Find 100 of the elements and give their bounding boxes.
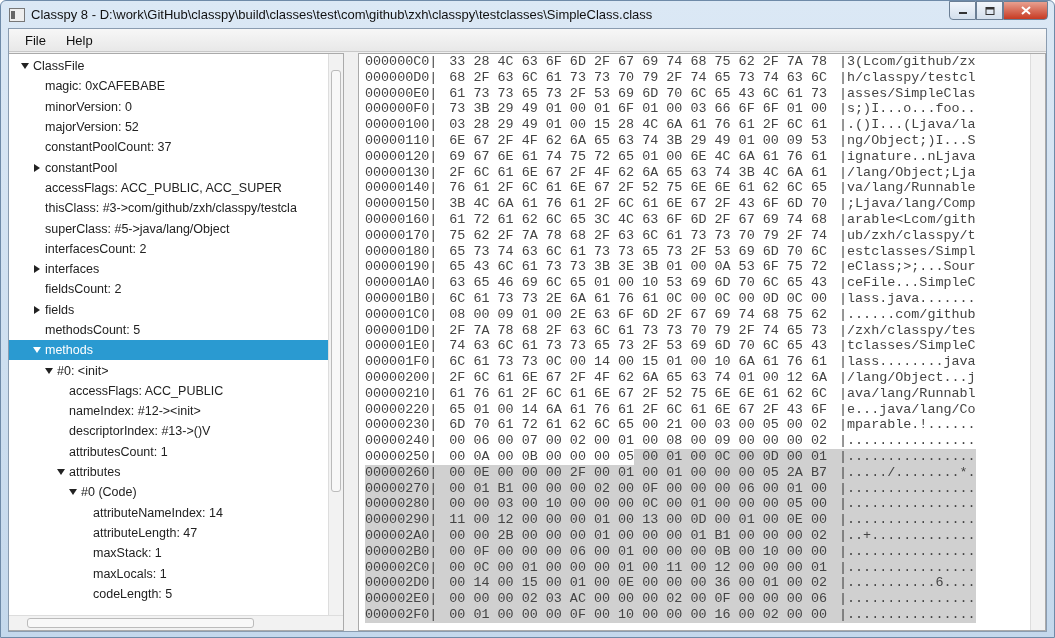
tree-item[interactable]: descriptorIndex: #13->()V [9, 421, 328, 442]
hex-bytes: 74 63 6C 61 73 73 65 73 2F 53 69 6D 70 6C 65 43 [448, 338, 827, 355]
ascii-text: |;Ljava/lang/Comp [838, 196, 976, 212]
collapsed-arrow-icon[interactable] [33, 163, 41, 172]
selected-hex-bytes: 00 01 00 0C 00 0D 00 01 [634, 448, 827, 465]
tree-item[interactable]: methodsCount: 5 [9, 319, 328, 341]
hex-bytes: 6D 70 61 72 61 62 6C 65 00 21 00 03 00 05 00 02 [448, 417, 827, 434]
ascii-text: |......com/github [838, 306, 976, 323]
ascii-text: |lass........java [838, 354, 976, 370]
tree-item[interactable]: attributeLength: 47 [9, 522, 328, 544]
close-button[interactable] [1003, 1, 1048, 20]
hex-offset: 000001A0| [365, 275, 438, 291]
hex-offset: 00000160| [365, 211, 438, 228]
hex-offset: 00000190| [365, 259, 438, 276]
ascii-text: |h/classpy/testcl [838, 69, 976, 86]
tree-item[interactable]: maxStack: 1 [9, 543, 328, 564]
tree-item[interactable]: constantPoolCount: 37 [9, 137, 328, 158]
hex-bytes: 69 67 6E 61 74 75 72 65 01 00 6E 4C 6A 61 76 61 [448, 148, 827, 165]
hex-offset: 000002E0| [365, 591, 438, 607]
tree-item[interactable]: minorVersion: 0 [9, 96, 328, 117]
tree-item[interactable]: fields [9, 299, 328, 320]
tree-item[interactable]: interfacesCount: 2 [9, 238, 328, 259]
tree-item[interactable]: superClass: #5->java/lang/Object [9, 218, 328, 239]
hex-bytes: 08 00 09 01 00 2E 63 6F 6D 2F 67 69 74 68 75 62 [448, 306, 827, 323]
hex-bytes: 6C 61 73 73 0C 00 14 00 15 01 00 10 6A 61 76 61 [448, 354, 827, 370]
ascii-text: |ng/Object;)I...S [838, 133, 976, 149]
hex-bytes: 76 61 2F 6C 61 6E 67 2F 52 75 6E 6E 61 62 6C 65 [448, 180, 827, 197]
tree-item[interactable]: attributeNameIndex: 14 [9, 502, 328, 523]
hex-offset: 000000F0| [365, 101, 438, 118]
expanded-arrow-icon[interactable] [45, 366, 53, 375]
hex-bytes: 65 43 6C 61 73 73 3B 3E 3B 01 00 0A 53 6F 75 72 [448, 259, 827, 276]
hex-bytes: 65 73 74 63 6C 61 73 73 65 73 2F 53 69 6D 70 6C [448, 243, 827, 260]
tree-item[interactable]: nameIndex: #12-><init> [9, 401, 328, 422]
ascii-text: |asses/SimpleClas [838, 85, 976, 102]
ascii-text: |/lang/Object;Lja [838, 164, 976, 181]
hex-offset: 00000100| [365, 117, 438, 133]
hex-offset: 000000D0| [365, 69, 438, 86]
ascii-text: |ub/zxh/classpy/t [838, 227, 976, 244]
tree-item[interactable]: interfaces [9, 258, 328, 280]
hex-offset: 00000120| [365, 148, 438, 165]
collapsed-arrow-icon[interactable] [33, 265, 41, 274]
hex-bytes: 63 65 46 69 6C 65 01 00 10 53 69 6D 70 6C 65 43 [448, 275, 827, 291]
tree-item[interactable]: constantPool [9, 157, 328, 178]
maximize-icon [984, 6, 995, 15]
hex-bytes: 61 72 61 62 6C 65 3C 4C 63 6F 6D 2F 67 69 74 68 [448, 211, 827, 228]
expanded-arrow-icon[interactable] [57, 468, 65, 477]
tree-item[interactable]: attributesCount: 1 [9, 441, 328, 462]
tree-item[interactable]: majorVersion: 52 [9, 116, 328, 138]
hex-offset: 00000170| [365, 227, 438, 244]
tree-item[interactable]: ClassFile [9, 56, 328, 77]
tree-item[interactable]: thisClass: #3->com/github/zxh/classpy/testcla [9, 198, 328, 219]
tree-item[interactable]: magic: 0xCAFEBABE [9, 76, 328, 97]
hex-offset: 00000200| [365, 369, 438, 386]
tree-item[interactable]: #0 (Code) [9, 482, 328, 503]
menu-item[interactable]: Help [57, 30, 101, 50]
hex-offset: 000000C0| [365, 54, 438, 70]
hex-offset: 00000260| [365, 464, 438, 481]
hex-offset: 00000180| [365, 243, 438, 260]
scrollbar[interactable] [1030, 54, 1045, 630]
tree-item[interactable]: maxLocals: 1 [9, 563, 328, 584]
tree-item[interactable]: codeLength: 5 [9, 583, 328, 604]
collapsed-arrow-icon[interactable] [33, 305, 41, 314]
maximize-button[interactable] [976, 1, 1003, 20]
tree-item[interactable]: attributes [9, 461, 328, 483]
ascii-text: |................ [827, 448, 976, 465]
scrollbar[interactable] [328, 54, 343, 615]
ascii-text: |/zxh/classpy/tes [838, 322, 976, 339]
window-title: Classpy 8 - D:\work\GitHub\classpy\build\classes\test\com\github\zxh\classpy\testclasses\SimpleClass.class [31, 7, 654, 22]
expanded-arrow-icon[interactable] [21, 62, 29, 71]
hex-bytes: 6C 61 73 73 2E 6A 61 76 61 0C 00 0C 00 0D 0C 00 [448, 290, 827, 307]
ascii-text: |e...java/lang/Co [838, 401, 976, 418]
hex-bytes: 3B 4C 6A 61 76 61 2F 6C 61 6E 67 2F 43 6F 6D 70 [448, 196, 827, 212]
scrollbar[interactable] [9, 615, 343, 630]
hex-offset: 000001C0| [365, 306, 438, 323]
hex-offset: 000001B0| [365, 290, 438, 307]
ascii-text: |ignature..nLjava [838, 148, 976, 165]
hex-bytes: 2F 7A 78 68 2F 63 6C 61 73 73 70 79 2F 74 65 73 [448, 322, 827, 339]
hex-bytes: 73 3B 29 49 01 00 01 6F 01 00 03 66 6F 6F 01 00 [448, 101, 827, 118]
tree-item[interactable]: #0: <init> [9, 360, 328, 381]
menu-item[interactable]: File [17, 30, 54, 50]
ascii-text: |tclasses/SimpleC [838, 338, 976, 355]
hex-bytes: 00 06 00 07 00 02 00 01 00 08 00 09 00 00 00 02 [448, 433, 827, 449]
ascii-text: |................ [838, 433, 976, 449]
minimize-button[interactable] [949, 1, 976, 20]
app-icon [9, 7, 25, 22]
hex-bytes: 00 00 00 02 03 AC 00 00 00 02 00 0F 00 00 00 06 [437, 591, 827, 607]
ascii-text: |s;)I...o...foo.. [838, 101, 976, 118]
hex-offset: 00000280| [365, 496, 438, 513]
ascii-text: |arable<Lcom/gith [838, 211, 976, 228]
hex-bytes: 2F 6C 61 6E 67 2F 4F 62 6A 65 63 74 01 00 12 6A [448, 369, 827, 386]
tree-item[interactable]: accessFlags: ACC_PUBLIC, ACC_SUPER [9, 177, 328, 199]
ascii-text: |eClass;>;...Sour [838, 259, 976, 276]
expanded-arrow-icon[interactable] [69, 488, 77, 497]
tree-item[interactable]: accessFlags: ACC_PUBLIC [9, 380, 328, 402]
hex-offset: 00000110| [365, 133, 438, 149]
ascii-text: |................ [827, 591, 976, 607]
hex-bytes: 61 76 61 2F 6C 61 6E 67 2F 52 75 6E 6E 61 62 6C [448, 385, 827, 402]
hex-offset: 00000240| [365, 433, 438, 449]
close-icon [1020, 6, 1031, 15]
tree-item[interactable]: fieldsCount: 2 [9, 279, 328, 300]
